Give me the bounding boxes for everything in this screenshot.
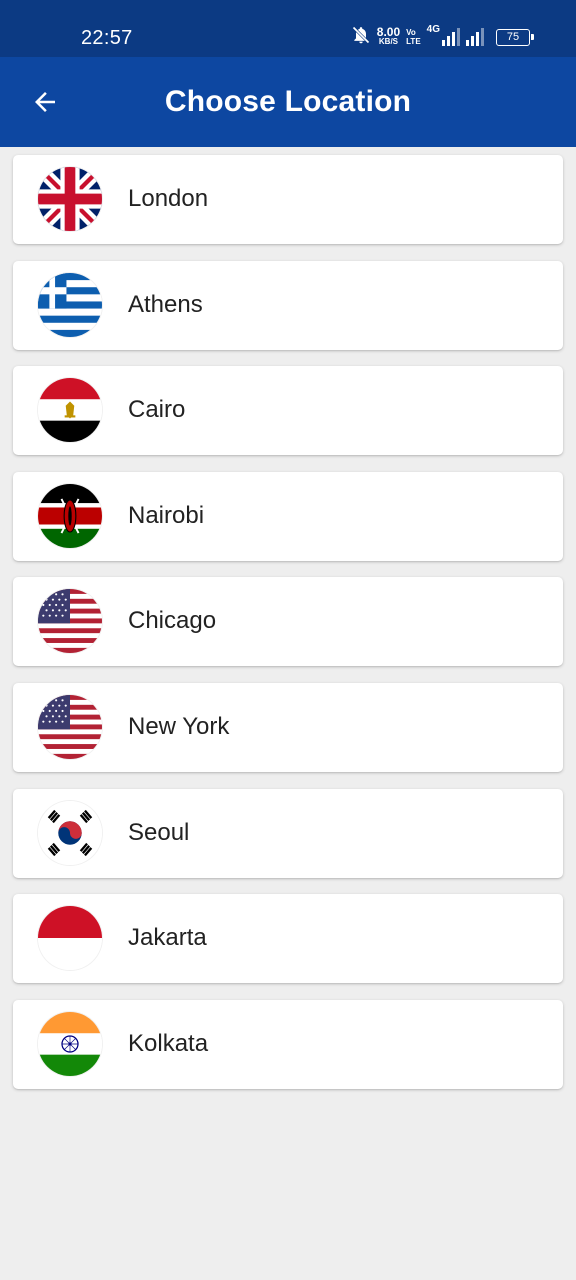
usa-flag-icon: [38, 589, 102, 654]
battery-icon: 75: [496, 28, 534, 46]
indonesia-flag-icon: [38, 906, 102, 971]
location-item-seoul[interactable]: Seoul: [13, 788, 563, 878]
network-type: 4G: [426, 24, 440, 35]
location-item-athens[interactable]: Athens: [13, 260, 563, 350]
status-icons: 8.00 KB/S Vo LTE 4G 75: [351, 24, 534, 50]
location-name: Jakarta: [128, 924, 207, 952]
location-name: Seoul: [128, 818, 190, 846]
egypt-flag-icon: [38, 378, 102, 443]
page-title: Choose Location: [164, 85, 412, 118]
uk-flag-icon: [38, 167, 102, 231]
signal-bars-2-icon: [466, 28, 484, 46]
location-item-london[interactable]: London: [13, 155, 563, 244]
location-name: Kolkata: [128, 1029, 209, 1057]
mute-bell-icon: [351, 25, 371, 50]
greece-flag-icon: [38, 272, 102, 337]
location-name: London: [128, 185, 209, 212]
signal-bars-icon: [442, 28, 460, 46]
location-list: London Athens Cairo Nairobi Chicago New …: [13, 155, 563, 1105]
status-bar: 22:57 8.00 KB/S Vo LTE 4G 75: [0, 0, 576, 57]
location-name: Chicago: [128, 607, 217, 635]
location-item-kolkata[interactable]: Kolkata: [13, 999, 563, 1089]
india-flag-icon: [38, 1011, 102, 1076]
south-korea-flag-icon: [38, 800, 102, 865]
location-name: Athens: [128, 290, 203, 318]
status-time: 22:57: [81, 27, 133, 49]
app-bar: Choose Location: [0, 57, 576, 147]
usa-flag-icon: [38, 694, 102, 759]
kenya-flag-icon: [38, 483, 102, 548]
location-name: New York: [128, 712, 230, 740]
location-name: Nairobi: [128, 501, 205, 529]
location-item-nairobi[interactable]: Nairobi: [13, 471, 563, 561]
location-item-new-york[interactable]: New York: [13, 682, 563, 772]
location-item-jakarta[interactable]: Jakarta: [13, 894, 563, 984]
location-item-chicago[interactable]: Chicago: [13, 577, 563, 667]
location-item-cairo[interactable]: Cairo: [13, 366, 563, 456]
volte-badge: Vo LTE: [406, 28, 421, 46]
location-name: Cairo: [128, 396, 186, 424]
net-speed: 8.00 KB/S: [376, 25, 401, 46]
